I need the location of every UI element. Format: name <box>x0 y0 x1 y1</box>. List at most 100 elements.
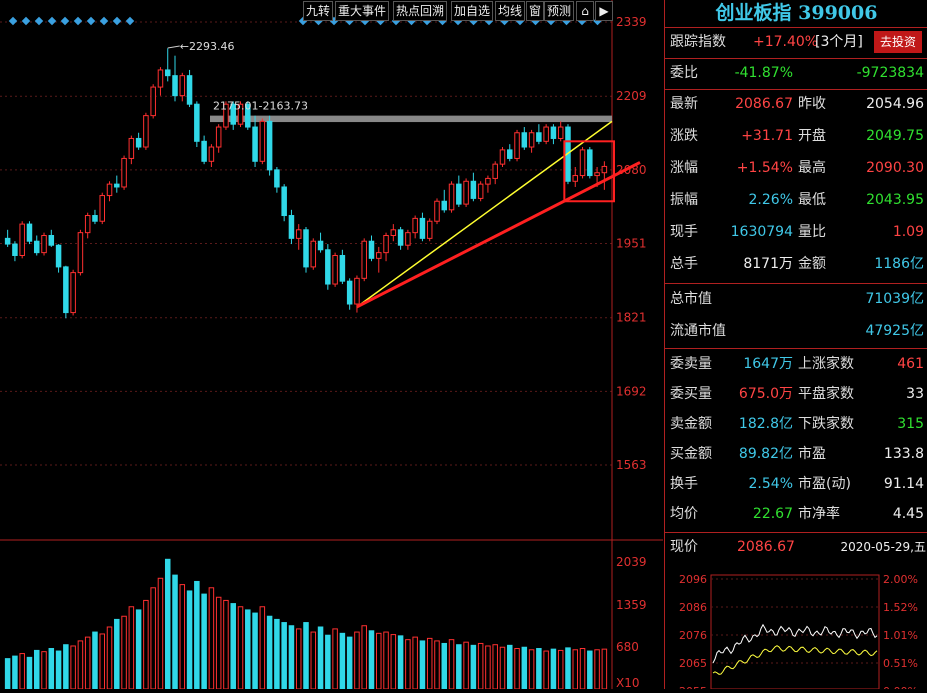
volume-bar <box>412 636 418 690</box>
volume-bar <box>346 636 353 690</box>
kline-chart-area[interactable]: 2339 2209 2080 1951 1821 1692 1563 ←2293.46 2175… <box>0 0 663 690</box>
candle-body <box>434 200 440 222</box>
tool-major-events[interactable]: 重大事件 <box>335 1 390 21</box>
pe-dynamic-value: 91.14 <box>883 476 924 492</box>
tool-jiuzhuan[interactable]: 九转 <box>303 1 334 21</box>
volume-bar <box>143 599 149 690</box>
volume-bar <box>507 644 513 690</box>
ask-vol-value: 1647万 <box>743 356 793 372</box>
mini-left-tick: 2055 <box>679 685 707 689</box>
candle-body <box>448 183 455 211</box>
row-mini-header: 现价 2086.67 2020-05-29,五 <box>665 532 927 563</box>
volume-bar <box>266 615 273 690</box>
volume-bar <box>317 626 324 690</box>
volume-bar <box>4 658 11 690</box>
volume-tick-label: 680 <box>616 640 639 654</box>
candle-body <box>77 232 84 274</box>
event-marker <box>73 16 83 26</box>
pe-label: 市盈 <box>798 446 826 462</box>
mini-price-label: 现价 <box>670 539 698 555</box>
candle-body <box>390 229 397 237</box>
candle-body <box>332 254 338 285</box>
lock-icon[interactable]: ⌂ <box>576 1 594 21</box>
row-cur: 现手 1630794 量比 1.09 <box>665 217 927 248</box>
row-sell: 卖金额 182.8亿 下跌家数 315 <box>665 409 927 440</box>
candle-body <box>208 146 215 162</box>
volume-bar <box>114 618 120 690</box>
candle-body <box>521 132 528 148</box>
event-marker <box>8 16 18 26</box>
candle-body <box>281 186 287 217</box>
tool-window[interactable]: 窗 <box>526 1 545 21</box>
tool-moving-average[interactable]: 均线 <box>495 1 526 21</box>
row-fmcap: 流通市值 47925亿 <box>665 316 927 347</box>
candle-body <box>492 163 498 179</box>
candle-body <box>456 183 462 205</box>
candle-body <box>252 126 258 162</box>
volume-bar <box>33 649 40 690</box>
volume-bar <box>92 631 98 690</box>
candle-body <box>143 115 149 148</box>
pb-label: 市净率 <box>798 506 840 522</box>
advancers-value: 461 <box>897 356 924 372</box>
candle-body <box>572 175 579 182</box>
total-hand-label: 总手 <box>670 256 698 272</box>
mini-right-tick: 1.01% <box>883 629 918 642</box>
trendline <box>356 120 613 308</box>
candle-body <box>63 266 69 314</box>
volume-bar <box>310 631 317 690</box>
volume-bar <box>41 651 47 690</box>
kline-chart[interactable]: 2339 2209 2080 1951 1821 1692 1563 ←2293.46 2175… <box>0 0 663 690</box>
intraday-mini-chart[interactable]: 2096 2.00% 2086 1.52% 2076 1.01% 2065 0.51% 2055… <box>665 563 927 689</box>
collapse-panel-icon[interactable]: ▶ <box>595 1 613 21</box>
mini-right-tick: 0.51% <box>883 657 918 670</box>
candle-body <box>594 172 600 177</box>
volume-bar <box>426 637 433 690</box>
volume-bar <box>288 625 295 690</box>
pb-value: 4.45 <box>892 506 924 522</box>
decliners-value: 315 <box>897 416 924 432</box>
tool-forecast[interactable]: 预测 <box>544 1 575 21</box>
pct-value: +1.54% <box>736 160 793 176</box>
volume-bar <box>557 649 564 690</box>
mini-price-line <box>712 623 878 664</box>
tool-hotspot-review[interactable]: 热点回溯 <box>393 1 448 21</box>
volume-bar <box>106 626 113 690</box>
volume-bar <box>99 633 105 690</box>
candle-body <box>92 215 98 222</box>
volume-bar <box>121 615 127 690</box>
amp-value: 2.26% <box>748 192 793 208</box>
candle-body <box>514 132 520 159</box>
candle-body <box>339 254 346 282</box>
track-period: [3个月] <box>815 34 863 50</box>
row-pct: 涨幅 +1.54% 最高 2090.30 <box>665 153 927 184</box>
total-hand-value: 8171万 <box>743 256 793 272</box>
mini-price-value: 2086.67 <box>737 539 795 555</box>
row-mcap: 总市值 71039亿 <box>665 284 927 315</box>
amount-label: 金额 <box>798 256 826 272</box>
volume-bar <box>477 642 484 690</box>
mini-right-tick: 0.00% <box>883 685 918 689</box>
tool-add-watchlist[interactable]: 加自选 <box>451 1 494 21</box>
candle-body <box>114 183 120 188</box>
prev-close-value: 2054.96 <box>866 96 924 112</box>
event-marker <box>21 16 31 26</box>
candle-body <box>150 86 156 117</box>
candle-body <box>266 120 273 171</box>
candle-body <box>26 223 33 242</box>
candle-body <box>259 120 266 162</box>
candle-body <box>48 235 55 246</box>
high-label: 最高 <box>798 160 826 176</box>
volume-bar <box>230 603 236 690</box>
mcap-value: 71039亿 <box>865 291 924 307</box>
row-latest: 最新 2086.67 昨收 2054.96 <box>665 89 927 120</box>
volume-bar <box>135 609 142 690</box>
event-marker <box>86 16 96 26</box>
invest-button[interactable]: 去投资 <box>873 31 922 53</box>
row-bid: 委买量 675.0万 平盘家数 33 <box>665 379 927 410</box>
event-marker <box>47 16 57 26</box>
avg-price-value: 22.67 <box>752 506 793 522</box>
volume-bar <box>354 631 360 690</box>
vol-ratio-value: 1.09 <box>892 224 924 240</box>
event-marker <box>34 16 44 26</box>
